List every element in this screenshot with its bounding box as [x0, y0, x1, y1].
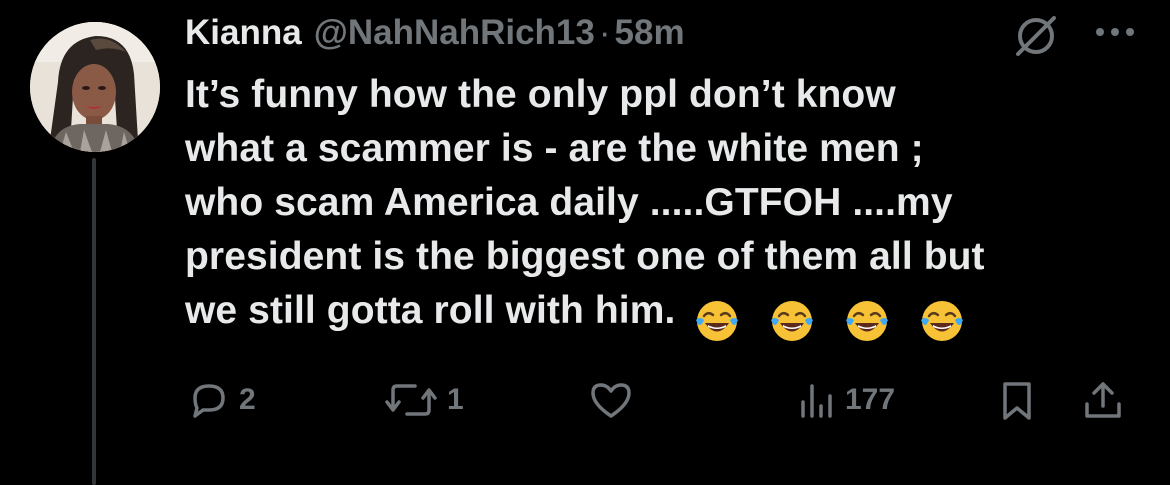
heart-icon	[591, 383, 631, 418]
tweet-text-line: It’s funny how the only ppl don’t know	[185, 73, 896, 116]
share-icon	[1085, 382, 1121, 418]
repost-count: 1	[447, 383, 464, 416]
tweet[interactable]: Kianna @NahNahRich13 · 58m It’s funny ho…	[0, 0, 1170, 485]
more-options-icon[interactable]	[1090, 20, 1140, 44]
reply-icon	[193, 384, 225, 418]
face-with-tears-of-joy-icon	[696, 300, 739, 341]
tweet-text: It’s funny how the only ppl don’t know w…	[185, 68, 1145, 346]
user-handle[interactable]: @NahNahRich13	[314, 13, 595, 53]
tweet-text-line: we still gotta roll with him.	[185, 289, 676, 332]
tweet-text-line: president is the biggest one of them all…	[185, 235, 985, 278]
repost-icon	[385, 384, 437, 416]
bookmark-button[interactable]	[997, 375, 1037, 425]
face-with-tears-of-joy-icon	[771, 300, 814, 341]
tweet-header: Kianna @NahNahRich13 · 58m	[185, 8, 685, 58]
display-name[interactable]: Kianna	[185, 13, 302, 53]
timestamp[interactable]: 58m	[615, 13, 685, 53]
views-chart-icon	[801, 384, 832, 418]
repost-button[interactable]: 1	[383, 375, 464, 425]
emoji-row	[694, 292, 983, 346]
bookmark-icon	[1003, 382, 1031, 420]
reply-count: 2	[239, 383, 256, 416]
like-button[interactable]	[587, 375, 643, 425]
thread-connector-line	[92, 158, 96, 485]
views-count: 177	[845, 383, 896, 416]
tweet-text-line-last: we still gotta roll with him.	[185, 284, 1145, 346]
separator-dot: ·	[598, 13, 611, 52]
views-button[interactable]: 177	[797, 375, 895, 425]
share-button[interactable]	[1081, 375, 1125, 425]
reply-button[interactable]: 2	[187, 375, 256, 425]
face-with-tears-of-joy-icon	[846, 300, 889, 341]
tweet-text-line: what a scammer is - are the white men ;	[185, 127, 924, 170]
tweet-actions: 2 1 177	[185, 375, 1145, 425]
avatar-photo	[30, 22, 160, 152]
face-with-tears-of-joy-icon	[921, 300, 964, 341]
grok-icon[interactable]	[1012, 14, 1060, 58]
avatar[interactable]	[30, 22, 160, 152]
tweet-text-line: who scam America daily .....GTFOH ....my	[185, 181, 953, 224]
